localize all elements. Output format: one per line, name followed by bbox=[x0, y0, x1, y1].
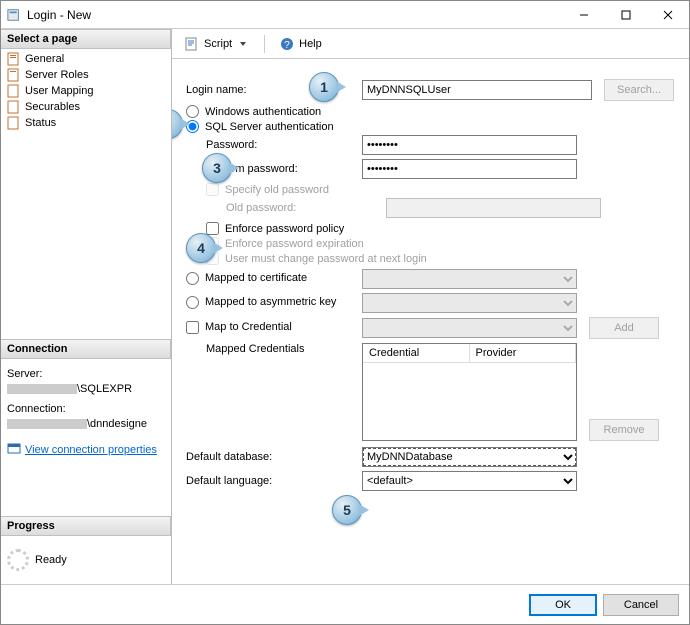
credential-combo bbox=[362, 318, 577, 338]
enforce-policy-label: Enforce password policy bbox=[225, 223, 344, 235]
login-new-window: Login - New Select a page General Server… bbox=[0, 0, 690, 625]
select-page-header: Select a page bbox=[1, 29, 171, 49]
search-button[interactable]: Search... bbox=[604, 79, 674, 101]
sidebar-item-securables[interactable]: Securables bbox=[1, 99, 171, 115]
progress-header: Progress bbox=[1, 516, 171, 536]
close-button[interactable] bbox=[647, 1, 689, 29]
mapped-asym-label: Mapped to asymmetric key bbox=[205, 296, 336, 308]
page-icon bbox=[7, 84, 21, 98]
callout-4: 4 bbox=[186, 233, 216, 263]
default-database-combo[interactable]: MyDNNDatabase bbox=[362, 447, 577, 467]
script-button[interactable]: Script bbox=[180, 34, 254, 54]
default-db-label: Default database: bbox=[182, 451, 332, 463]
must-change-label: User must change password at next login bbox=[225, 253, 427, 265]
must-change-checkbox: User must change password at next login bbox=[182, 252, 679, 265]
windows-auth-label: Windows authentication bbox=[205, 106, 321, 118]
properties-icon bbox=[7, 441, 21, 460]
page-icon bbox=[7, 68, 21, 82]
dialog-buttons: OK Cancel bbox=[1, 584, 689, 624]
sidebar-item-status[interactable]: Status bbox=[1, 115, 171, 131]
titlebar: Login - New bbox=[1, 1, 689, 29]
ok-button[interactable]: OK bbox=[529, 594, 597, 616]
sidebar-item-user-mapping[interactable]: User Mapping bbox=[1, 83, 171, 99]
progress-status: Ready bbox=[35, 554, 67, 566]
col-provider: Provider bbox=[470, 344, 577, 362]
view-connection-properties-link[interactable]: View connection properties bbox=[25, 443, 157, 458]
callout-3: 3 bbox=[202, 153, 232, 183]
progress-spinner-icon bbox=[7, 549, 29, 571]
sql-auth-label: SQL Server authentication bbox=[205, 121, 334, 133]
help-label: Help bbox=[299, 38, 322, 50]
enforce-expiration-label: Enforce password expiration bbox=[225, 238, 364, 250]
window-title: Login - New bbox=[27, 8, 563, 22]
specify-old-password-checkbox: Specify old password bbox=[182, 183, 679, 196]
connection-label: Connection: bbox=[7, 402, 165, 417]
connection-header: Connection bbox=[1, 339, 171, 359]
asymkey-combo bbox=[362, 293, 577, 313]
map-credential-label: Map to Credential bbox=[205, 321, 292, 333]
progress-panel: Ready bbox=[1, 536, 171, 584]
sidebar-item-general[interactable]: General bbox=[1, 51, 171, 67]
help-icon: ? bbox=[279, 36, 295, 52]
col-credential: Credential bbox=[363, 344, 470, 362]
callout-5: 5 bbox=[332, 495, 362, 525]
minimize-button[interactable] bbox=[563, 1, 605, 29]
default-lang-label: Default language: bbox=[182, 475, 332, 487]
password-input[interactable] bbox=[362, 135, 577, 155]
sidebar-item-label: Status bbox=[25, 117, 56, 129]
confirm-password-input[interactable] bbox=[362, 159, 577, 179]
sql-auth-radio[interactable]: SQL Server authentication bbox=[182, 120, 679, 133]
left-pane: Select a page General Server Roles User … bbox=[1, 29, 172, 584]
sidebar-item-label: User Mapping bbox=[25, 85, 93, 97]
server-label: Server: bbox=[7, 367, 165, 382]
specify-old-label: Specify old password bbox=[225, 184, 329, 196]
page-list: General Server Roles User Mapping Secura… bbox=[1, 49, 171, 339]
old-password-label: Old password: bbox=[222, 202, 356, 214]
enforce-policy-checkbox[interactable]: Enforce password policy bbox=[182, 222, 679, 235]
form-area: 1 2 3 4 5 Login name: Search... Windows … bbox=[172, 59, 689, 584]
password-label: Password: bbox=[182, 139, 332, 151]
sidebar-item-label: General bbox=[25, 53, 64, 65]
old-password-input bbox=[386, 198, 601, 218]
sidebar-item-label: Server Roles bbox=[25, 69, 89, 81]
toolbar: Script ? Help bbox=[172, 29, 689, 59]
sidebar-item-server-roles[interactable]: Server Roles bbox=[1, 67, 171, 83]
mapped-asymkey-radio[interactable]: Mapped to asymmetric key bbox=[182, 296, 362, 309]
mapped-credentials-list[interactable]: Credential Provider bbox=[362, 343, 577, 441]
callout-1: 1 bbox=[309, 72, 339, 102]
certificate-combo bbox=[362, 269, 577, 289]
app-icon bbox=[7, 8, 21, 22]
page-icon bbox=[7, 116, 21, 130]
windows-auth-radio[interactable]: Windows authentication bbox=[182, 105, 679, 118]
remove-button[interactable]: Remove bbox=[589, 419, 659, 441]
mapped-cert-label: Mapped to certificate bbox=[205, 272, 307, 284]
sidebar-item-label: Securables bbox=[25, 101, 80, 113]
svg-text:?: ? bbox=[284, 40, 290, 51]
page-icon bbox=[7, 100, 21, 114]
default-language-combo[interactable]: <default> bbox=[362, 471, 577, 491]
connection-value: \dnndesigne bbox=[7, 417, 165, 432]
right-pane: Script ? Help 1 2 3 4 5 Login name: bbox=[172, 29, 689, 584]
chevron-down-icon bbox=[240, 42, 246, 46]
map-credential-checkbox[interactable]: Map to Credential bbox=[182, 321, 362, 334]
server-value: \SQLEXPR bbox=[7, 382, 165, 397]
connection-panel: Server: \SQLEXPR Connection: \dnndesigne… bbox=[1, 359, 171, 516]
script-label: Script bbox=[204, 38, 232, 50]
page-icon bbox=[7, 52, 21, 66]
help-button[interactable]: ? Help bbox=[275, 34, 326, 54]
login-name-input[interactable] bbox=[362, 80, 592, 100]
script-icon bbox=[184, 36, 200, 52]
cancel-button[interactable]: Cancel bbox=[603, 594, 679, 616]
enforce-expiration-checkbox: Enforce password expiration bbox=[182, 237, 679, 250]
mapped-certificate-radio[interactable]: Mapped to certificate bbox=[182, 272, 362, 285]
add-button[interactable]: Add bbox=[589, 317, 659, 339]
mapped-credentials-label: Mapped Credentials bbox=[182, 343, 362, 355]
maximize-button[interactable] bbox=[605, 1, 647, 29]
